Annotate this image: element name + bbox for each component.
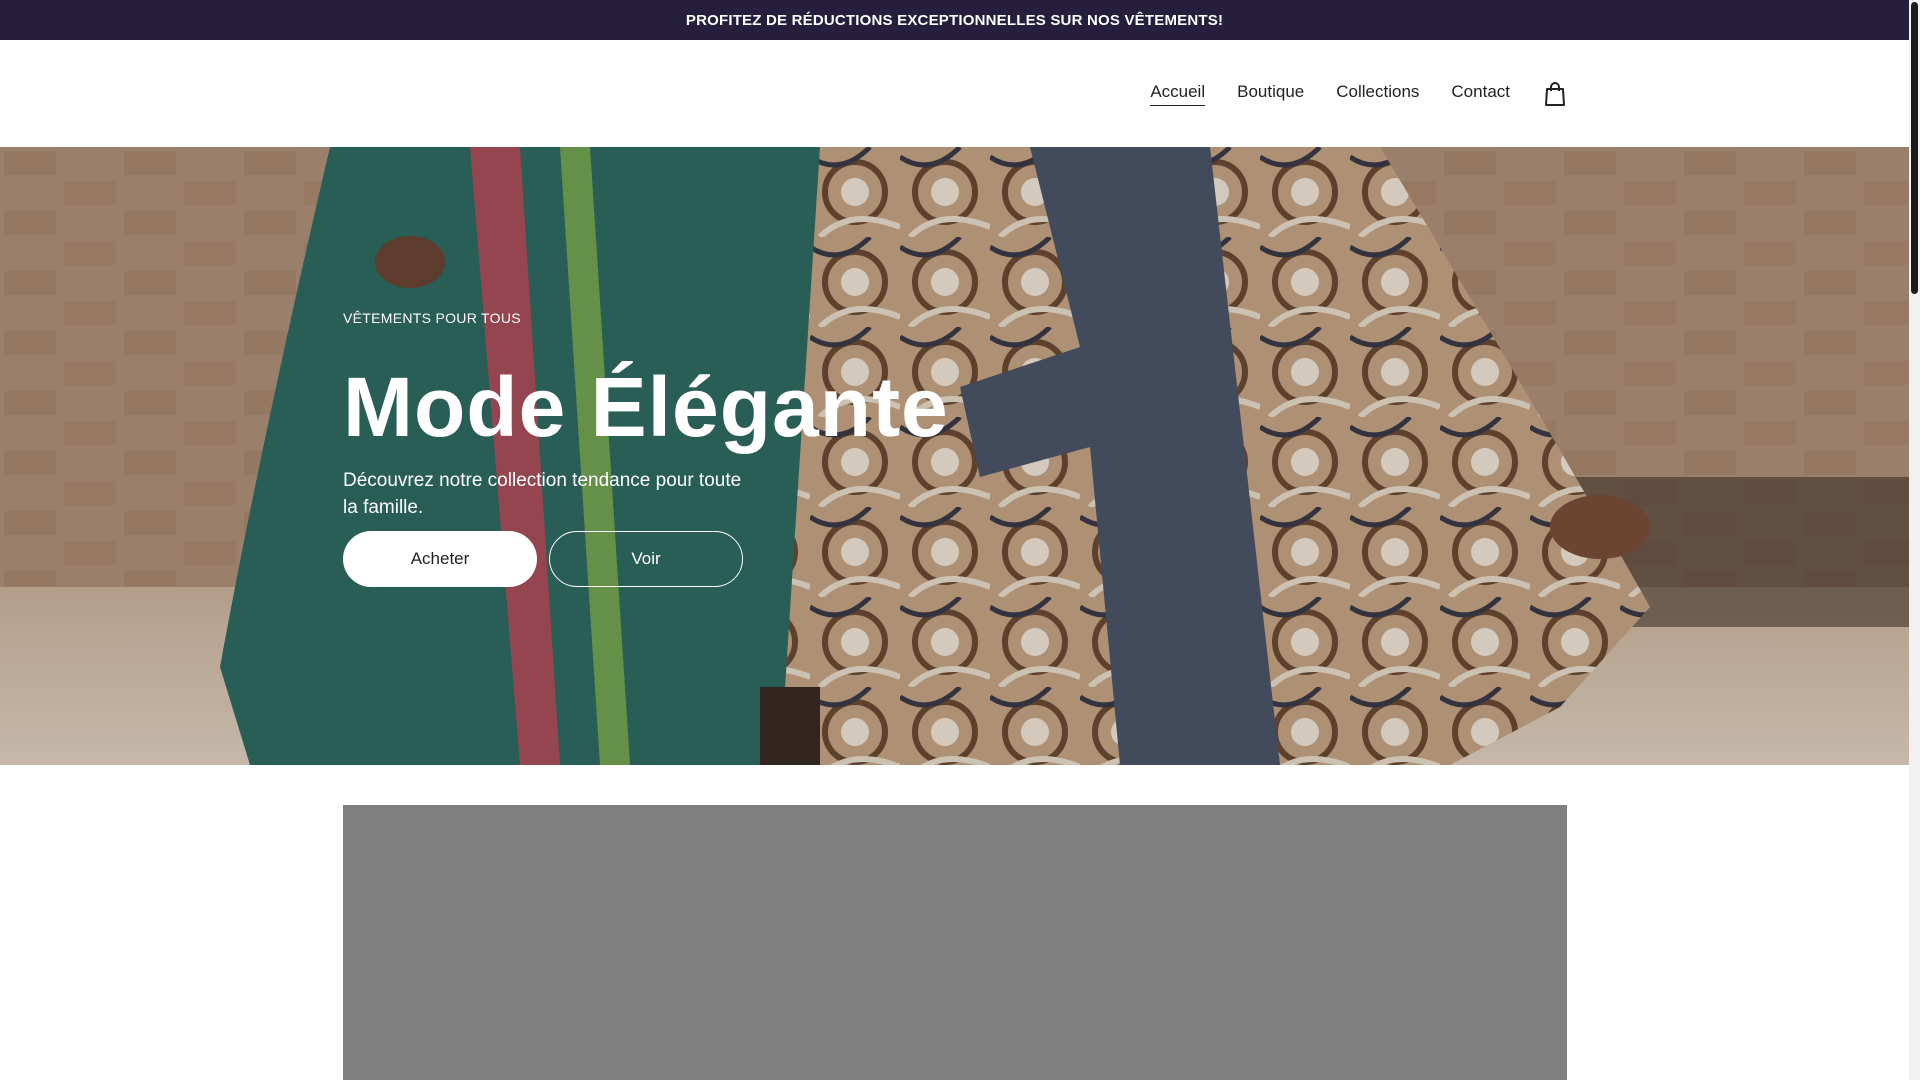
nav-item-collections[interactable]: Collections <box>1336 82 1419 106</box>
site-header: Accueil Boutique Collections Contact <box>0 40 1909 147</box>
scrollbar-thumb[interactable] <box>1911 2 1918 294</box>
view-button[interactable]: Voir <box>549 531 743 587</box>
announcement-bar: PROFITEZ DE RÉDUCTIONS EXCEPTIONNELLES S… <box>0 0 1909 40</box>
main-nav: Accueil Boutique Collections Contact <box>1150 40 1566 147</box>
buy-button[interactable]: Acheter <box>343 531 537 587</box>
shopping-bag-icon[interactable] <box>1544 81 1566 107</box>
hero-content: VÊTEMENTS POUR TOUS Mode Élégante Découv… <box>343 147 1143 765</box>
hero-eyebrow: VÊTEMENTS POUR TOUS <box>343 310 521 326</box>
announcement-text: PROFITEZ DE RÉDUCTIONS EXCEPTIONNELLES S… <box>685 11 1224 29</box>
page: PROFITEZ DE RÉDUCTIONS EXCEPTIONNELLES S… <box>0 0 1920 1080</box>
hero-subtitle: Découvrez notre collection tendance pour… <box>343 470 742 518</box>
hero-title: Mode Élégante <box>343 360 949 454</box>
hero-section: VÊTEMENTS POUR TOUS Mode Élégante Découv… <box>0 147 1909 765</box>
nav-item-boutique[interactable]: Boutique <box>1237 82 1304 106</box>
scrollbar[interactable] <box>1909 0 1920 1080</box>
nav-item-contact[interactable]: Contact <box>1451 82 1510 106</box>
image-placeholder <box>343 805 1567 1080</box>
nav-item-accueil[interactable]: Accueil <box>1150 82 1206 106</box>
